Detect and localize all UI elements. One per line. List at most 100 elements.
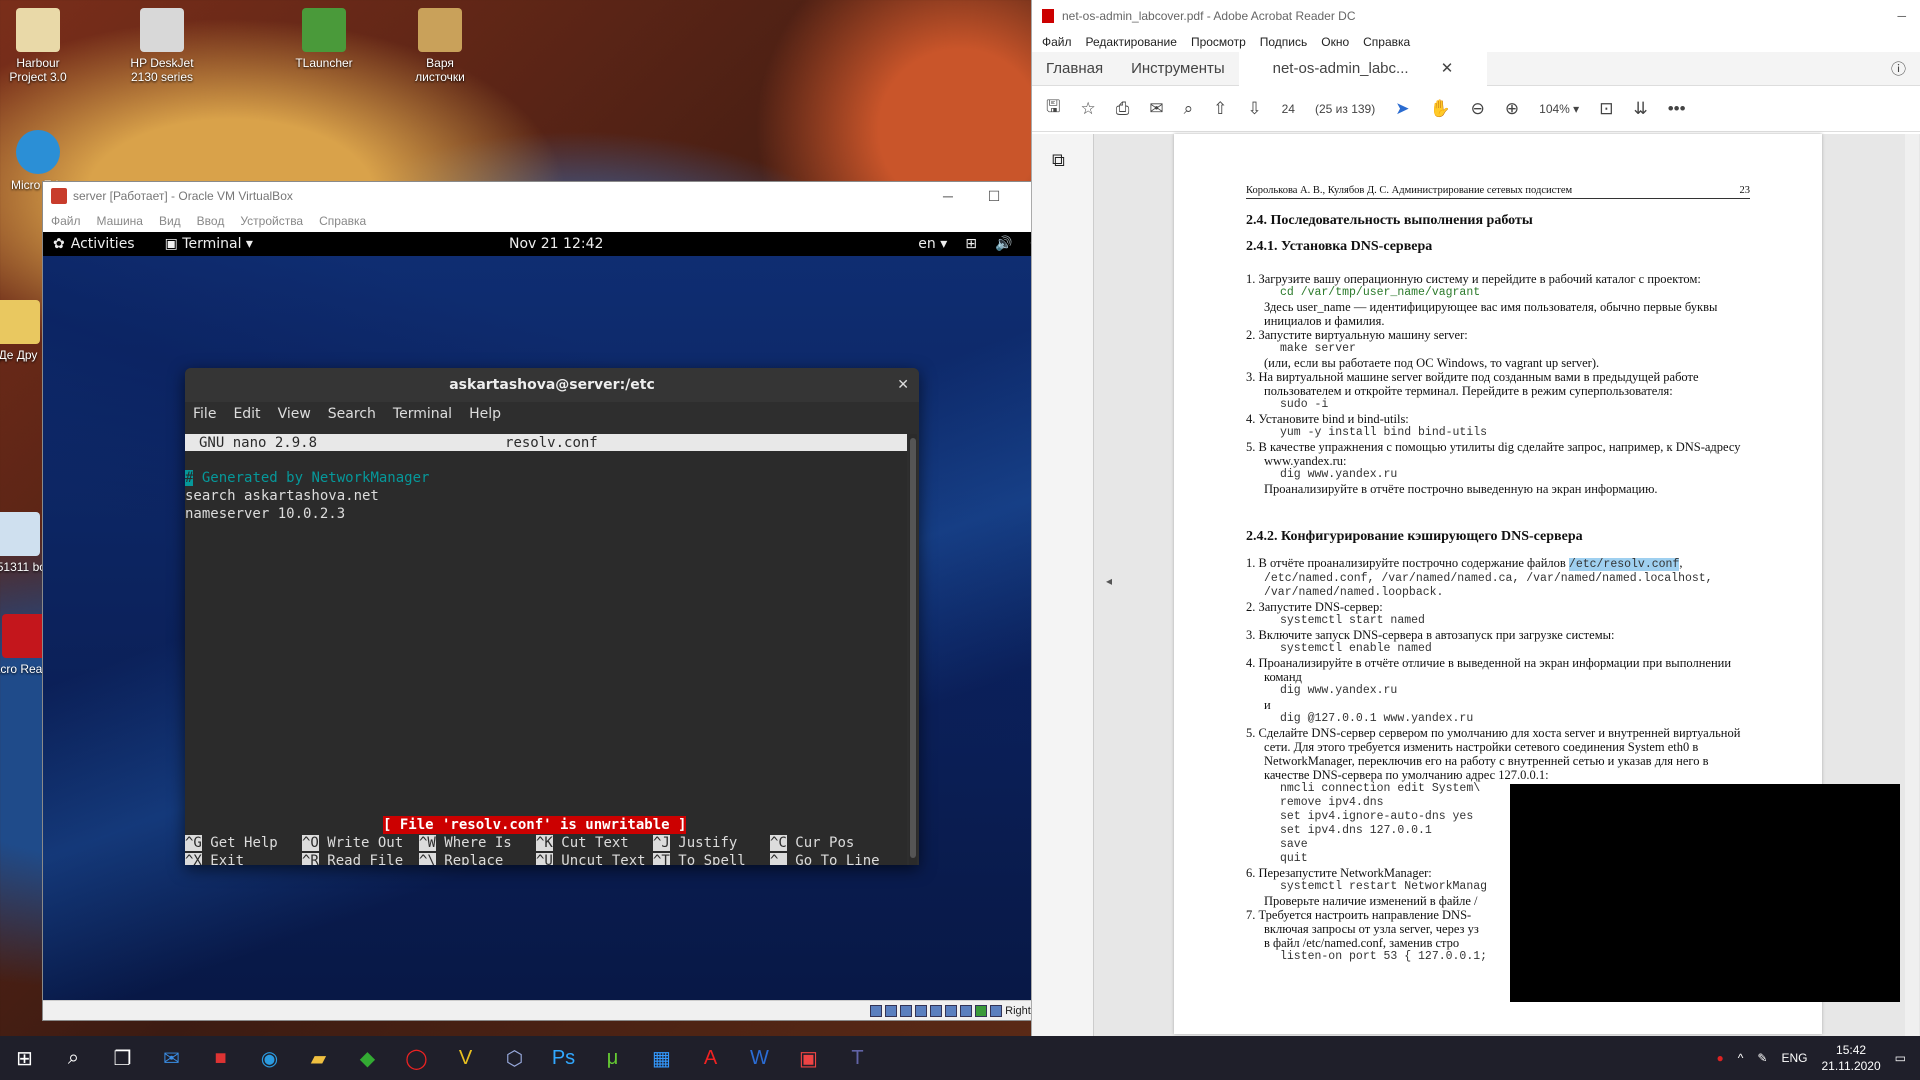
- capture-icon[interactable]: [975, 1004, 988, 1017]
- vbox-menu-file[interactable]: Файл: [51, 214, 81, 228]
- close-icon[interactable]: ✕: [897, 377, 909, 393]
- desktop-icon-harbour[interactable]: Harbour Project 3.0: [0, 8, 78, 84]
- app-green-icon[interactable]: ◆: [343, 1036, 392, 1080]
- search-icon[interactable]: ⌕: [1184, 99, 1194, 119]
- task-view-icon[interactable]: ❐: [98, 1036, 147, 1080]
- word-icon[interactable]: W: [735, 1036, 784, 1080]
- prev-page-icon[interactable]: ⇧: [1213, 99, 1227, 119]
- edge-icon[interactable]: ◉: [245, 1036, 294, 1080]
- language-indicator[interactable]: en ▾: [918, 236, 947, 252]
- shortcut-to-spell[interactable]: ^T To Spell: [653, 852, 770, 865]
- display-icon[interactable]: [960, 1004, 973, 1017]
- acro-menu-window[interactable]: Окно: [1321, 35, 1349, 49]
- keyboard-icon[interactable]: [990, 1004, 1003, 1017]
- term-menu-search[interactable]: Search: [328, 406, 376, 422]
- zoom-out-icon[interactable]: ⊖: [1471, 99, 1485, 119]
- virtualbox-icon[interactable]: ⬡: [490, 1036, 539, 1080]
- shortcut-write-out[interactable]: ^O Write Out: [302, 834, 419, 852]
- acrobat-icon[interactable]: A: [686, 1036, 735, 1080]
- guest-screen[interactable]: ✿ Activities ▣ Terminal ▾ Nov 21 12:42 e…: [43, 232, 1063, 1000]
- maximize-icon[interactable]: ☐: [971, 188, 1017, 205]
- gnome-clock[interactable]: Nov 21 12:42: [509, 236, 603, 252]
- teams-icon[interactable]: T: [833, 1036, 882, 1080]
- start-icon[interactable]: ⊞: [0, 1036, 49, 1080]
- audio-icon[interactable]: [900, 1004, 913, 1017]
- vbox-menu-machine[interactable]: Машина: [97, 214, 143, 228]
- activities-button[interactable]: Activities: [71, 236, 135, 252]
- vbox-titlebar[interactable]: server [Работает] - Oracle VM VirtualBox…: [43, 182, 1063, 210]
- shortcut-exit[interactable]: ^X Exit: [185, 852, 302, 865]
- shared-folder-icon[interactable]: [945, 1004, 958, 1017]
- scroll-mode-icon[interactable]: ⇊: [1633, 99, 1647, 119]
- shortcut-where-is[interactable]: ^W Where Is: [419, 834, 536, 852]
- optical-icon[interactable]: [885, 1004, 898, 1017]
- desktop-icon-varya[interactable]: Варя листочки: [400, 8, 480, 84]
- network-icon[interactable]: ⊞: [965, 236, 977, 252]
- desktop-icon-tlauncher[interactable]: TLauncher: [284, 8, 364, 70]
- zoom-in-icon[interactable]: ⊕: [1505, 99, 1519, 119]
- more-icon[interactable]: •••: [1668, 99, 1686, 119]
- acro-menu-help[interactable]: Справка: [1363, 35, 1410, 49]
- save-icon[interactable]: 🖫: [1046, 94, 1060, 123]
- shortcut-uncut-text[interactable]: ^U Uncut Text: [536, 852, 653, 865]
- fit-page-icon[interactable]: ⊡: [1599, 99, 1613, 119]
- shortcut-replace[interactable]: ^\ Replace: [419, 852, 536, 865]
- term-menu-file[interactable]: File: [193, 406, 216, 422]
- keyboard-lang[interactable]: ENG: [1781, 1051, 1807, 1065]
- next-page-icon[interactable]: ⇩: [1247, 99, 1261, 119]
- hdd-icon[interactable]: [870, 1004, 883, 1017]
- page-number-input[interactable]: 24: [1282, 102, 1295, 116]
- network-icon[interactable]: [915, 1004, 928, 1017]
- hand-tool-icon[interactable]: ✋: [1429, 99, 1450, 119]
- shortcut-cut-text[interactable]: ^K Cut Text: [536, 834, 653, 852]
- utorrent-icon[interactable]: μ: [588, 1036, 637, 1080]
- collapse-panel-icon[interactable]: ◂: [1106, 574, 1112, 588]
- notifications-icon[interactable]: ▭: [1895, 1051, 1906, 1065]
- pen-icon[interactable]: ✎: [1757, 1051, 1767, 1065]
- print-icon[interactable]: ⎙: [1116, 99, 1130, 119]
- app-blue-icon[interactable]: ▦: [637, 1036, 686, 1080]
- vbox-menu-devices[interactable]: Устройства: [240, 214, 303, 228]
- shortcut-cur-pos[interactable]: ^C Cur Pos: [770, 834, 887, 852]
- minimize-icon[interactable]: ─: [925, 188, 971, 205]
- usb-icon[interactable]: [930, 1004, 943, 1017]
- terminal-titlebar[interactable]: askartashova@server:/etc ✕: [185, 368, 919, 402]
- tray-expand-icon[interactable]: ^: [1738, 1051, 1744, 1065]
- term-menu-view[interactable]: View: [278, 406, 311, 422]
- app-red-icon[interactable]: ■: [196, 1036, 245, 1080]
- tab-home[interactable]: Главная: [1032, 60, 1117, 77]
- antivirus-icon[interactable]: ●: [1717, 1051, 1724, 1065]
- email-icon[interactable]: ✉: [1149, 99, 1163, 119]
- vbox-menu-view[interactable]: Вид: [159, 214, 181, 228]
- bookmark-star-icon[interactable]: ☆: [1080, 99, 1095, 119]
- select-cursor-icon[interactable]: ➤: [1395, 99, 1409, 119]
- terminal-scrollbar[interactable]: [909, 434, 917, 865]
- zoom-select[interactable]: 104% ▾: [1539, 102, 1579, 116]
- vbox-menu-input[interactable]: Ввод: [197, 214, 225, 228]
- shortcut-justify[interactable]: ^J Justify: [653, 834, 770, 852]
- desktop-icon-printer[interactable]: HP DeskJet 2130 series: [122, 8, 202, 84]
- term-menu-edit[interactable]: Edit: [233, 406, 260, 422]
- term-menu-terminal[interactable]: Terminal: [393, 406, 452, 422]
- shortcut-go-to-line[interactable]: ^_ Go To Line: [770, 852, 887, 865]
- minimize-icon[interactable]: ─: [1897, 9, 1920, 23]
- tab-document[interactable]: net-os-admin_labc... ✕: [1238, 51, 1488, 86]
- term-menu-help[interactable]: Help: [469, 406, 501, 422]
- acrobat-titlebar[interactable]: net-os-admin_labcover.pdf - Adobe Acroba…: [1032, 0, 1920, 32]
- close-icon[interactable]: ✕: [1427, 60, 1468, 77]
- opera-icon[interactable]: ◯: [392, 1036, 441, 1080]
- file-explorer-icon[interactable]: ▰: [294, 1036, 343, 1080]
- shortcut-read-file[interactable]: ^R Read File: [302, 852, 419, 865]
- acro-menu-edit[interactable]: Редактирование: [1086, 35, 1177, 49]
- pdf-scrollbar[interactable]: [1905, 134, 1919, 1036]
- tab-tools[interactable]: Инструменты: [1117, 60, 1239, 77]
- acro-menu-view[interactable]: Просмотр: [1191, 35, 1246, 49]
- help-icon[interactable]: ⓘ: [1877, 58, 1920, 79]
- volume-icon[interactable]: 🔊: [995, 236, 1012, 252]
- nano-editor[interactable]: GNU nano 2.9.8 resolv.conf # Generated b…: [185, 434, 907, 865]
- terminal-app-menu[interactable]: ▣ Terminal ▾: [165, 236, 253, 252]
- mail-icon[interactable]: ✉: [147, 1036, 196, 1080]
- acro-menu-sign[interactable]: Подпись: [1260, 35, 1308, 49]
- search-icon[interactable]: ⌕: [49, 1036, 98, 1080]
- vbox-menu-help[interactable]: Справка: [319, 214, 366, 228]
